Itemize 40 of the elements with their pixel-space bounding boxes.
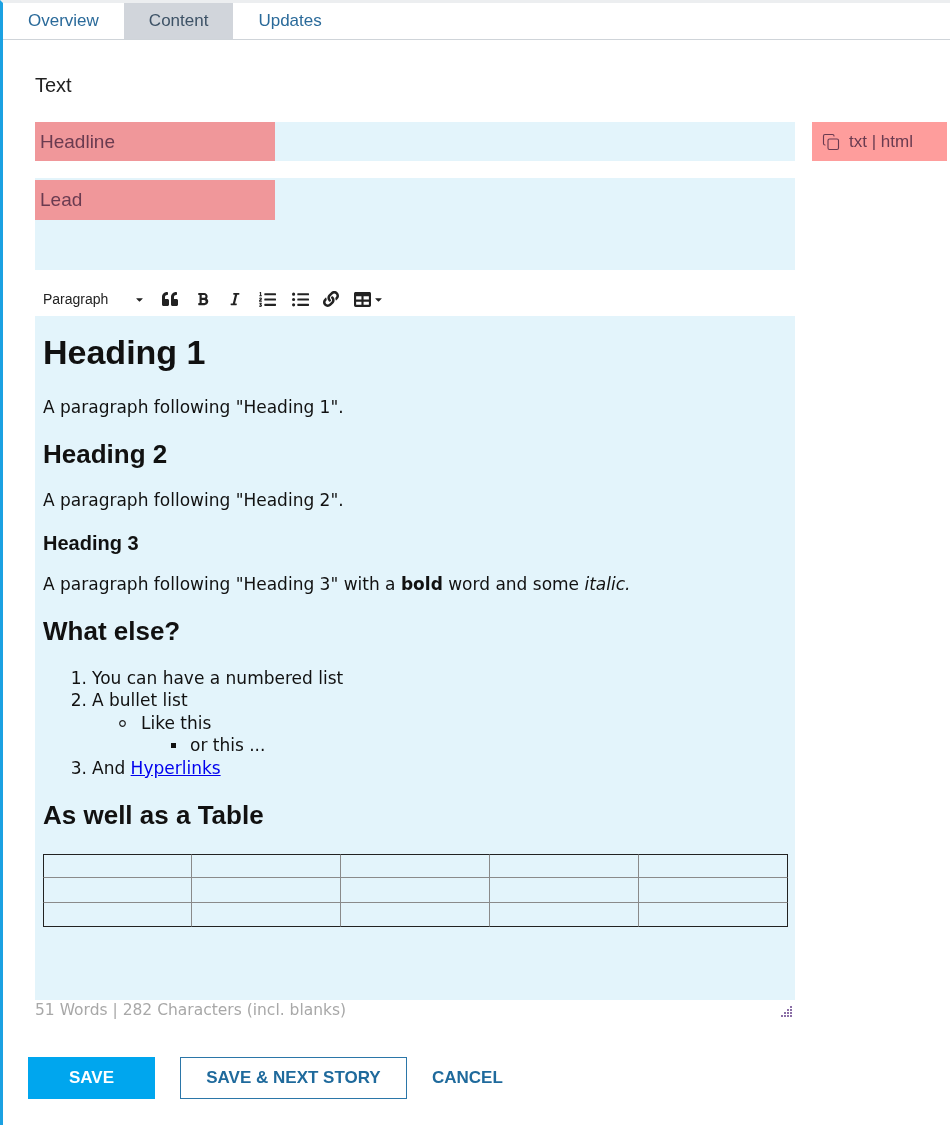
circle-bullet-icon: [119, 719, 126, 727]
copy-icon: [822, 132, 840, 151]
heading: Heading 2: [43, 438, 169, 470]
list-item: And Hyperlinks: [92, 756, 221, 780]
link-icon[interactable]: [323, 291, 339, 307]
editor-area[interactable]: [35, 316, 795, 1000]
format-toggle-button[interactable]: txt | html: [812, 122, 947, 161]
list-item: You can have a numbered list: [92, 666, 344, 690]
block-format-dropdown[interactable]: Paragraph: [43, 288, 145, 310]
paragraph: A paragraph following "Heading 2".: [43, 489, 345, 512]
heading: As well as a Table: [43, 798, 265, 831]
save-next-button[interactable]: SAVE & NEXT STORY: [180, 1057, 407, 1099]
bold-icon[interactable]: [196, 292, 210, 306]
table-icon[interactable]: [354, 290, 371, 308]
paragraph: A paragraph following "Heading 3" with a bold word and some italic.: [43, 573, 632, 596]
list-number: 1.: [70, 666, 87, 690]
square-bullet-icon: [171, 743, 176, 749]
section-title: Text: [35, 73, 72, 97]
word-count: 51 Words | 282 Characters (incl. blanks): [35, 1000, 347, 1022]
quote-icon[interactable]: [162, 291, 178, 307]
heading: What else?: [43, 615, 182, 647]
heading: Heading 1: [43, 332, 207, 372]
italic-icon[interactable]: [228, 292, 242, 306]
list-item: A bullet list: [92, 689, 188, 712]
list-number: 2.: [70, 689, 87, 712]
heading: Heading 3: [43, 531, 140, 556]
paragraph: A paragraph following "Heading 1".: [43, 396, 345, 419]
bullet-list-icon[interactable]: [292, 290, 309, 308]
headline-field[interactable]: Headline: [35, 122, 795, 161]
numbered-list-icon[interactable]: [259, 290, 276, 308]
resize-grip-icon[interactable]: [781, 1005, 792, 1017]
cancel-button[interactable]: CANCEL: [432, 1057, 503, 1099]
list-item: or this ...: [190, 734, 266, 757]
tab[interactable]: Content: [123, 3, 234, 39]
list-item: Like this: [141, 711, 212, 735]
list-number: 3.: [70, 756, 87, 780]
field-label: Lead: [35, 180, 275, 220]
field-label: Headline: [35, 122, 275, 161]
hyperlink[interactable]: Hyperlinks: [130, 757, 221, 778]
lead-field[interactable]: Lead: [35, 178, 795, 270]
